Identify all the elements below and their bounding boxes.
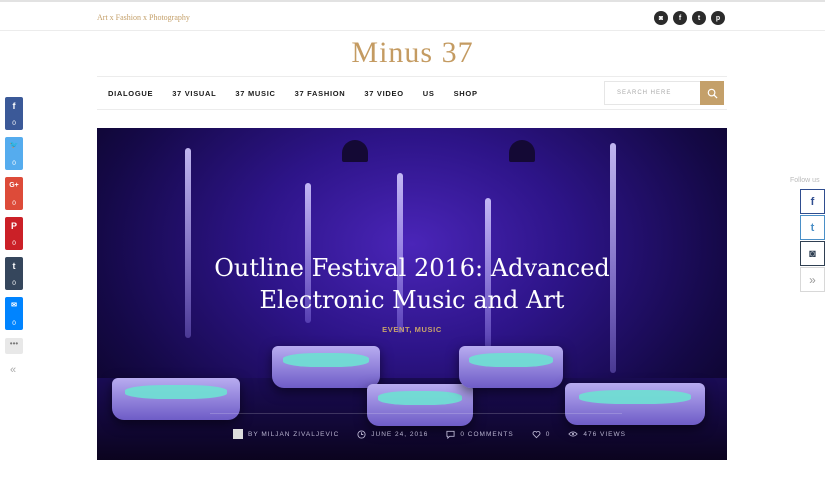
- comment-icon: [446, 430, 455, 439]
- post-date: JUNE 24, 2016: [371, 430, 429, 438]
- more-share-button[interactable]: •••: [5, 338, 23, 354]
- nav-item-37-fashion[interactable]: 37 FASHION: [295, 89, 346, 98]
- nav-item-37-music[interactable]: 37 MUSIC: [235, 89, 275, 98]
- avatar: [233, 429, 243, 439]
- nav-item-us[interactable]: US: [423, 89, 435, 98]
- post-title-line: Outline Festival 2016: Advanced: [214, 254, 610, 282]
- follow-facebook-button[interactable]: f: [800, 189, 825, 214]
- search-input[interactable]: SEARCH HERE: [604, 81, 700, 105]
- share-pinterest-button[interactable]: P 0: [5, 217, 23, 250]
- hero-divider: [210, 413, 622, 414]
- share-twitter-button[interactable]: 🐦 0: [5, 137, 23, 170]
- share-count: 0: [12, 240, 16, 247]
- pinterest-icon: P: [10, 221, 17, 231]
- nav-item-37-visual[interactable]: 37 VISUAL: [172, 89, 216, 98]
- share-count: 0: [12, 200, 16, 207]
- post-meta: BY MILJAN ZIVALJEVIC JUNE 24, 2016 0 COM…: [233, 429, 626, 439]
- post-views: 476 VIEWS: [583, 430, 626, 438]
- facebook-icon: f: [810, 195, 815, 208]
- bathtub: [272, 346, 380, 388]
- share-google-plus-button[interactable]: G+ 0: [5, 177, 23, 210]
- follow-instagram-button[interactable]: ◙: [800, 241, 825, 266]
- top-border: [0, 0, 825, 2]
- chevron-right-icon: »: [809, 272, 816, 287]
- nav-divider-top: [97, 76, 727, 77]
- post-categories[interactable]: EVENT, MUSIC: [97, 325, 727, 334]
- share-count: 0: [12, 320, 16, 327]
- post-likes: 0: [545, 430, 551, 438]
- tumblr-icon: t: [12, 261, 16, 271]
- post-title[interactable]: Outline Festival 2016: Advanced Electron…: [97, 252, 727, 316]
- twitter-icon: 🐦: [9, 142, 19, 149]
- site-tagline: Art x Fashion x Photography: [97, 13, 190, 22]
- collapse-share-bar-icon[interactable]: «: [10, 364, 16, 376]
- messenger-icon: ✉: [11, 302, 17, 309]
- ceiling-lamp: [342, 140, 368, 162]
- share-count: 0: [12, 160, 16, 167]
- post-comments[interactable]: 0 COMMENTS: [460, 431, 513, 438]
- bathtub: [565, 383, 705, 425]
- follow-us-label: Follow us: [790, 177, 820, 184]
- expand-follow-bar-button[interactable]: »: [800, 267, 825, 292]
- share-facebook-button[interactable]: f 0: [5, 97, 23, 130]
- share-messenger-button[interactable]: ✉ 0: [5, 297, 23, 330]
- pinterest-icon[interactable]: p: [711, 11, 725, 25]
- topbar-divider: [0, 30, 825, 31]
- google-plus-icon: G+: [9, 182, 19, 189]
- nav-divider-bottom: [97, 109, 727, 110]
- instagram-icon[interactable]: ◙: [654, 11, 668, 25]
- nav-item-shop[interactable]: SHOP: [454, 89, 478, 98]
- bathtub: [367, 384, 473, 426]
- main-nav: DIALOGUE 37 VISUAL 37 MUSIC 37 FASHION 3…: [108, 89, 478, 98]
- bathtub: [459, 346, 563, 388]
- follow-twitter-button[interactable]: t: [800, 215, 825, 240]
- clock-icon: [357, 429, 366, 439]
- instagram-icon: ◙: [809, 247, 816, 260]
- facebook-icon: f: [12, 101, 16, 111]
- post-title-line: Electronic Music and Art: [259, 286, 565, 314]
- twitter-icon[interactable]: t: [692, 11, 706, 25]
- search-icon: [707, 88, 718, 99]
- share-count: 0: [12, 280, 16, 287]
- share-tumblr-button[interactable]: t 0: [5, 257, 23, 290]
- eye-icon: [568, 431, 579, 437]
- share-count: 0: [12, 120, 16, 127]
- post-author[interactable]: BY MILJAN ZIVALJEVIC: [248, 431, 339, 438]
- top-social-links: ◙ f t p: [654, 11, 725, 25]
- site-logo[interactable]: Minus 37: [0, 36, 825, 70]
- heart-icon[interactable]: [532, 430, 541, 439]
- facebook-icon[interactable]: f: [673, 11, 687, 25]
- twitter-icon: t: [810, 221, 815, 234]
- search-button[interactable]: [700, 81, 724, 105]
- nav-item-dialogue[interactable]: DIALOGUE: [108, 89, 153, 98]
- ceiling-lamp: [509, 140, 535, 162]
- nav-item-37-video[interactable]: 37 VIDEO: [364, 89, 403, 98]
